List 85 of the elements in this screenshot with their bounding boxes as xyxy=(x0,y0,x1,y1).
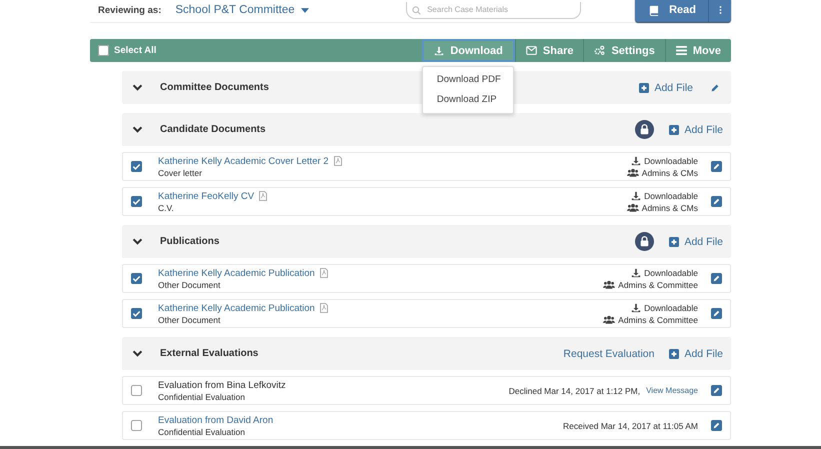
move-button[interactable]: Move xyxy=(664,39,731,62)
group-icon xyxy=(603,315,616,324)
status-text: Received Mar 14, 2017 at 11:05 AM xyxy=(563,420,698,430)
plus-icon xyxy=(639,82,650,92)
share-button[interactable]: Share xyxy=(514,39,584,62)
file-type: Confidential Evaluation xyxy=(158,426,246,436)
download-icon xyxy=(434,46,444,56)
search-field[interactable]: Search Case Materials xyxy=(406,2,582,18)
file-checkbox[interactable] xyxy=(131,196,142,207)
file-link[interactable]: Katherine Kelly Academic Cover Letter 2 xyxy=(158,156,329,166)
plus-icon xyxy=(669,236,680,246)
file-link[interactable]: Katherine Kelly Academic Publication xyxy=(158,268,315,278)
edit-icon[interactable] xyxy=(711,273,722,284)
status-text: Downloadable xyxy=(644,156,698,166)
file-checkbox[interactable] xyxy=(131,385,142,396)
file-type: Other Document xyxy=(158,314,222,324)
chevron-icon[interactable] xyxy=(132,350,143,357)
pdf-file-icon xyxy=(320,303,328,313)
file-checkbox[interactable] xyxy=(131,273,142,284)
select-all-checkbox[interactable] xyxy=(98,45,109,56)
file-type: Other Document xyxy=(158,280,222,290)
file-checkbox[interactable] xyxy=(131,308,142,319)
add-file-link[interactable]: Add File xyxy=(669,124,723,136)
caret-icon xyxy=(300,8,309,12)
edit-icon[interactable] xyxy=(711,420,722,431)
add-file-link[interactable]: Add File xyxy=(669,348,723,360)
committee-dropdown[interactable]: School P&T Committee xyxy=(175,4,309,16)
edit-icon[interactable] xyxy=(711,196,722,207)
pdf-file-icon xyxy=(320,268,328,278)
view-message-link[interactable]: View Message xyxy=(646,386,698,395)
status-text: Declined Mar 14, 2017 at 1:12 PM, xyxy=(508,386,640,396)
file-title: Evaluation from Bina Lefkovitz xyxy=(158,380,286,390)
file-type: Confidential Evaluation xyxy=(158,392,246,402)
add-file-link[interactable]: Add File xyxy=(669,236,723,248)
section-title: External Evaluations xyxy=(160,348,258,359)
section-title: Publications xyxy=(160,236,220,247)
move-icon xyxy=(676,46,687,55)
add-file-link[interactable]: Add File xyxy=(639,82,693,94)
reviewing-label: Reviewing as: xyxy=(98,4,162,16)
group-icon xyxy=(603,280,616,289)
download-icon xyxy=(631,302,642,312)
status-text: Admins & Committee xyxy=(618,314,698,324)
file-type: C.V. xyxy=(158,202,175,212)
kebab-icon xyxy=(718,5,722,15)
lock-icon[interactable] xyxy=(635,120,654,139)
status-text: Admins & CMs xyxy=(642,168,698,178)
share-icon xyxy=(526,46,537,55)
status-text: Admins & Committee xyxy=(618,280,698,290)
menu-item[interactable]: Download ZIP xyxy=(422,90,513,110)
plus-icon xyxy=(669,348,680,358)
download-button[interactable]: Download xyxy=(422,39,515,62)
chevron-icon[interactable] xyxy=(132,126,143,133)
edit-icon[interactable] xyxy=(711,385,722,396)
status-text: Downloadable xyxy=(644,190,698,200)
status-text: Admins & CMs xyxy=(642,202,698,212)
file-link[interactable]: Katherine FeoKelly CV xyxy=(158,190,254,202)
settings-button[interactable]: Settings xyxy=(583,39,665,62)
chevron-icon[interactable] xyxy=(132,84,143,91)
plus-icon xyxy=(669,124,680,134)
section-title: Committee Documents xyxy=(160,82,269,93)
group-icon xyxy=(626,168,639,177)
edit-icon[interactable] xyxy=(710,82,720,92)
request-evaluation-link[interactable]: Request Evaluation xyxy=(563,348,654,360)
file-checkbox[interactable] xyxy=(131,420,142,431)
settings-icon xyxy=(594,45,606,56)
group-icon xyxy=(626,203,639,212)
file-link[interactable]: Katherine Kelly Academic Publication xyxy=(158,302,315,314)
select-all-label: Select All xyxy=(114,45,156,56)
download-icon xyxy=(631,268,642,278)
edit-icon[interactable] xyxy=(711,308,722,319)
lock-icon[interactable] xyxy=(635,232,654,251)
status-text: Downloadable xyxy=(644,268,698,278)
download-icon xyxy=(631,156,642,166)
pdf-file-icon xyxy=(334,156,342,166)
edit-icon[interactable] xyxy=(711,161,722,172)
download-icon xyxy=(631,190,642,200)
file-checkbox[interactable] xyxy=(131,161,142,172)
file-link[interactable]: Evaluation from David Aron xyxy=(158,414,274,426)
status-text: Downloadable xyxy=(644,302,698,312)
book-icon xyxy=(648,4,660,16)
file-type: Cover letter xyxy=(158,168,203,178)
section-title: Candidate Documents xyxy=(160,124,266,135)
chevron-icon[interactable] xyxy=(132,238,143,245)
pdf-file-icon xyxy=(259,191,268,201)
menu-item[interactable]: Download PDF xyxy=(422,70,513,90)
